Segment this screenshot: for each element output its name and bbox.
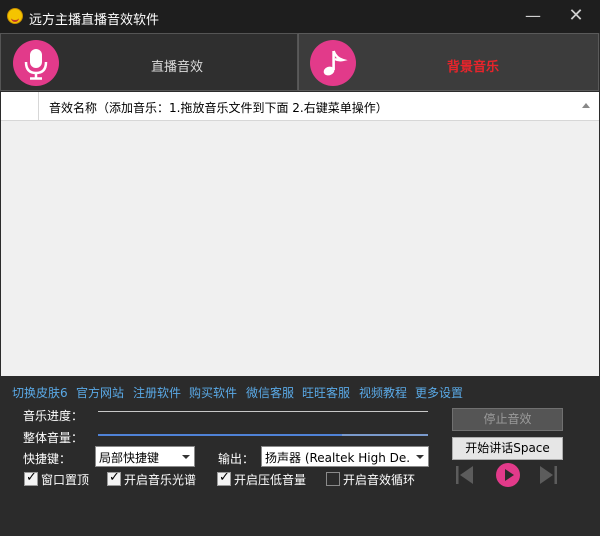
checkbox-box[interactable]	[217, 470, 231, 486]
tab-background-music[interactable]: 背景音乐	[298, 33, 599, 91]
index-column-header[interactable]	[1, 92, 39, 120]
tab-live-sound-effects[interactable]: 直播音效	[0, 33, 298, 91]
progress-label: 音乐进度：	[23, 409, 84, 423]
link-more-settings[interactable]: 更多设置	[415, 384, 463, 401]
microphone-icon	[13, 40, 59, 86]
link-wangwang-support[interactable]: 旺旺客服	[302, 384, 350, 401]
checkbox-label: 开启音效循环	[343, 473, 416, 487]
window-title: 远方主播直播音效软件	[29, 13, 160, 28]
checkbox-label: 开启压低音量	[234, 473, 307, 487]
tab-label: 直播音效	[151, 60, 204, 75]
music-note-icon	[310, 40, 356, 86]
checkbox-label: 开启音乐光谱	[124, 473, 197, 487]
volume-slider[interactable]	[98, 434, 428, 436]
link-video-tutorial[interactable]: 视频教程	[359, 384, 407, 401]
skip-previous-icon[interactable]	[455, 464, 475, 486]
list-header: 音效名称（添加音乐：1.拖放音乐文件到下面 2.右键菜单操作）	[1, 92, 599, 121]
chevron-down-icon	[182, 455, 190, 459]
skip-next-icon[interactable]	[538, 464, 558, 486]
sort-arrow-icon	[582, 103, 590, 108]
hotkey-label: 快捷键：	[23, 452, 72, 466]
checkbox-label: 窗口置顶	[41, 473, 90, 487]
tab-label: 背景音乐	[447, 60, 500, 75]
app-smiley-icon	[7, 8, 23, 24]
start-talk-button[interactable]: 开始讲话Space	[452, 437, 563, 460]
chevron-down-icon	[416, 455, 424, 459]
sound-name-column-header[interactable]: 音效名称（添加音乐：1.拖放音乐文件到下面 2.右键菜单操作）	[49, 99, 388, 116]
close-button[interactable]: ✕	[566, 6, 586, 26]
link-official-website[interactable]: 官方网站	[76, 384, 124, 401]
link-bar: 切换皮肤6 官方网站 注册软件 购买软件 微信客服 旺旺客服 视频教程 更多设置	[0, 376, 600, 404]
output-label: 输出：	[218, 452, 255, 466]
checkbox-box[interactable]	[107, 470, 121, 486]
checkbox-box[interactable]	[24, 470, 38, 486]
play-icon[interactable]	[495, 462, 521, 488]
music-progress-slider[interactable]	[98, 411, 428, 412]
sound-list[interactable]: 音效名称（添加音乐：1.拖放音乐文件到下面 2.右键菜单操作）	[1, 92, 599, 376]
hotkey-value: 局部快捷键	[99, 451, 160, 465]
checkbox-box[interactable]	[326, 472, 340, 486]
hotkey-select[interactable]: 局部快捷键	[95, 446, 195, 467]
volume-fill	[98, 434, 343, 436]
output-device-select[interactable]: 扬声器 (Realtek High De...	[261, 446, 429, 467]
link-register[interactable]: 注册软件	[133, 384, 181, 401]
output-device-value: 扬声器 (Realtek High De...	[265, 451, 411, 465]
link-buy[interactable]: 购买软件	[189, 384, 237, 401]
title-bar: 远方主播直播音效软件 — ✕	[0, 0, 600, 33]
link-switch-skin[interactable]: 切换皮肤6	[12, 384, 68, 401]
link-wechat-support[interactable]: 微信客服	[246, 384, 294, 401]
stop-effect-button[interactable]: 停止音效	[452, 408, 563, 431]
volume-label: 整体音量：	[23, 431, 84, 445]
minimize-button[interactable]: —	[523, 6, 543, 26]
